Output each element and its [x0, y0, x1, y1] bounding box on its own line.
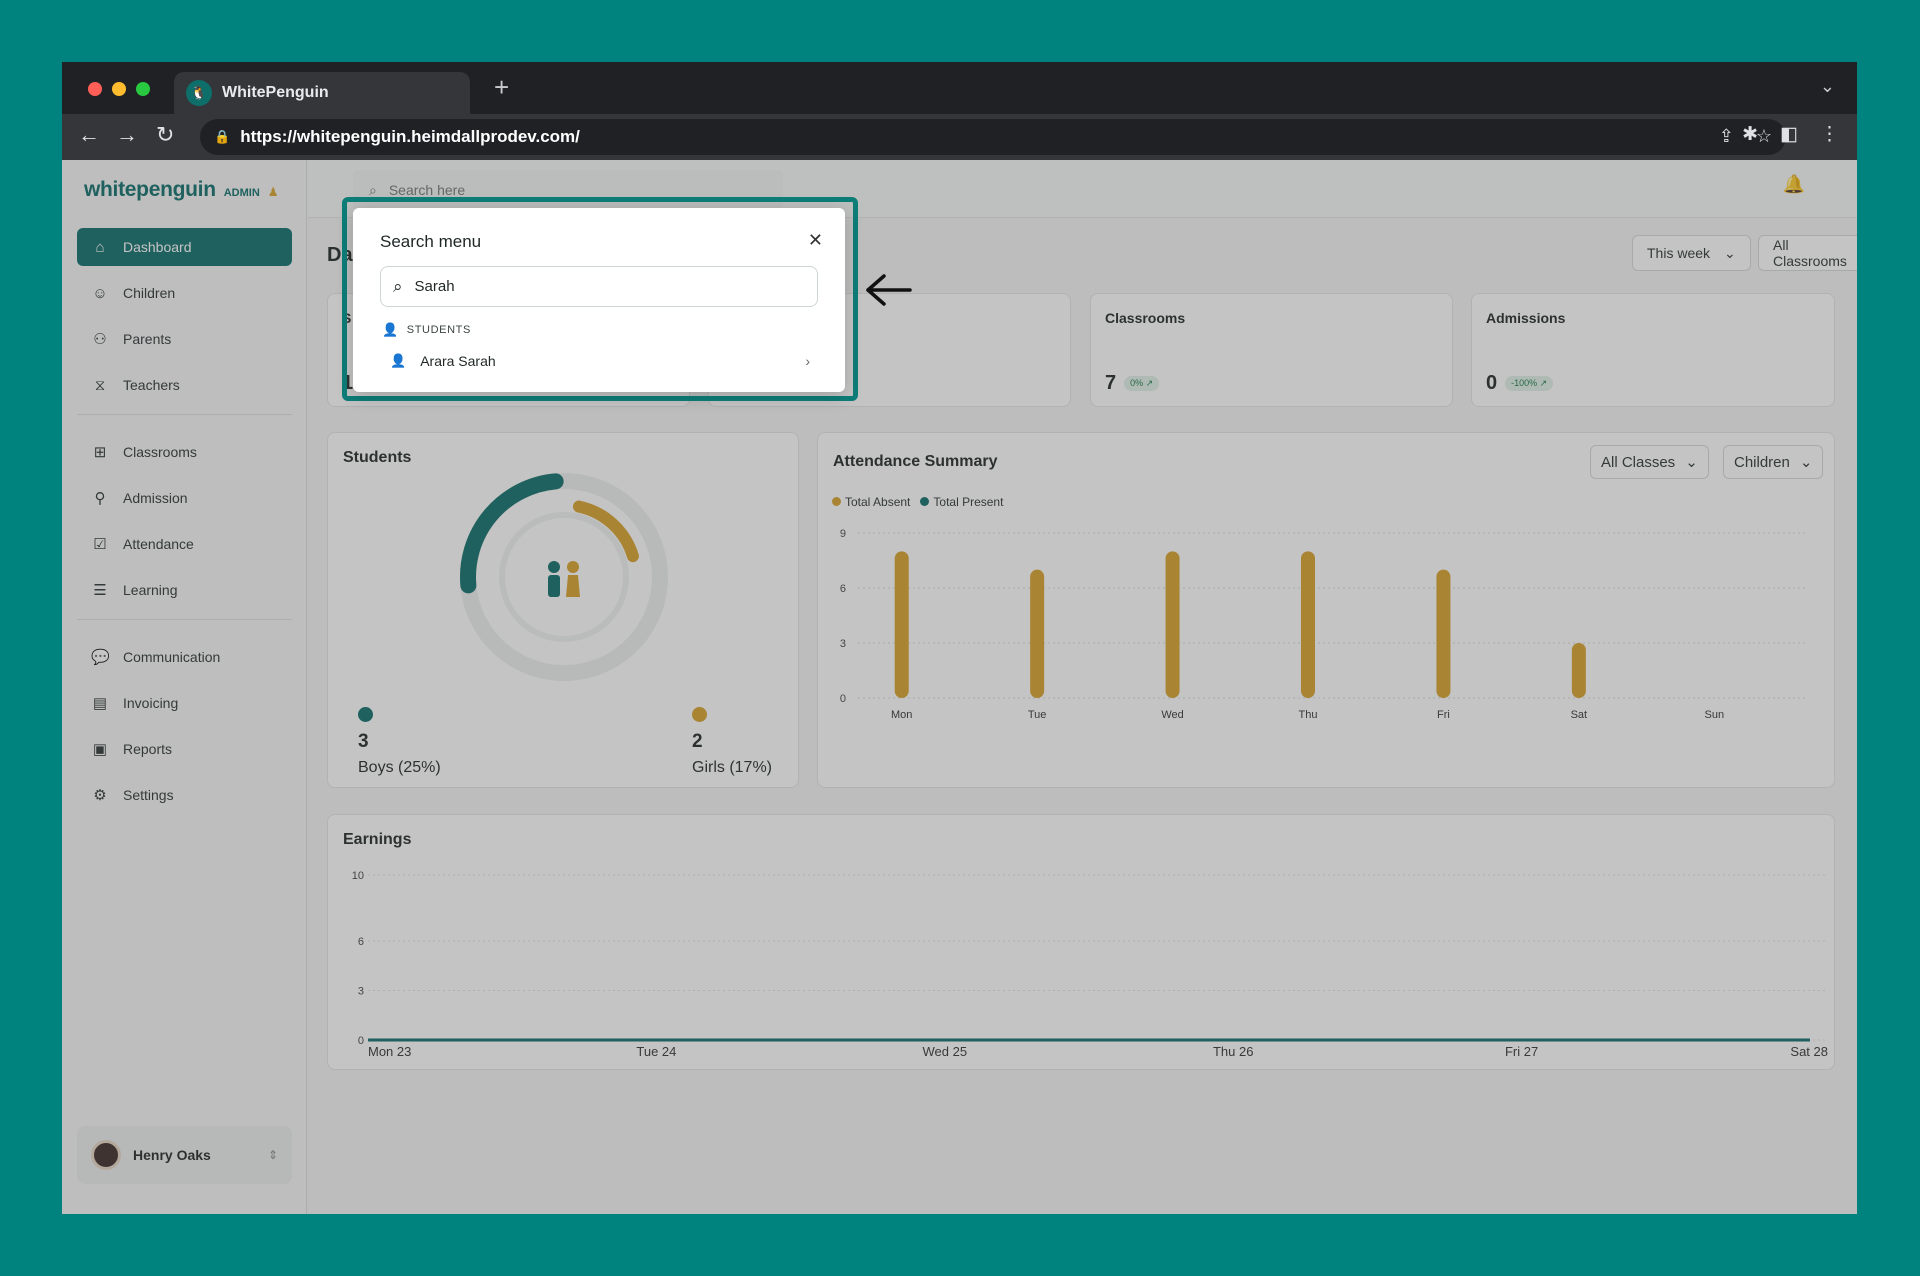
- search-result-item[interactable]: 👤 Arara Sarah ›: [390, 346, 810, 376]
- search-icon: ⌕: [393, 276, 403, 296]
- tab-title: WhitePenguin: [222, 84, 329, 101]
- modal-backdrop[interactable]: [62, 160, 1857, 1214]
- search-modal: Search menu ✕ ⌕ 👤 STUDENTS 👤 Arara Sarah…: [353, 208, 845, 392]
- search-modal-title: Search menu: [380, 232, 482, 251]
- maximize-window-button[interactable]: [136, 82, 150, 96]
- close-window-button[interactable]: [88, 82, 102, 96]
- new-tab-icon[interactable]: +: [494, 72, 509, 103]
- result-group-header: 👤 STUDENTS: [382, 322, 471, 338]
- result-group-label: STUDENTS: [406, 324, 471, 336]
- minimize-window-button[interactable]: [112, 82, 126, 96]
- user-icon: 👤: [382, 322, 399, 337]
- lock-icon: 🔒: [214, 129, 231, 144]
- extensions-icon[interactable]: ✱: [1742, 123, 1758, 146]
- chevron-right-icon: ›: [805, 353, 810, 369]
- user-icon: 👤: [390, 353, 407, 368]
- url-text: https://whitepenguin.heimdallprodev.com/: [240, 127, 580, 146]
- arrow-left-icon: [866, 274, 912, 306]
- address-bar[interactable]: 🔒 https://whitepenguin.heimdallprodev.co…: [200, 119, 1786, 155]
- share-icon[interactable]: ⇪: [1719, 126, 1734, 147]
- forward-icon[interactable]: →: [116, 122, 138, 148]
- chevron-down-icon[interactable]: ⌄: [1820, 76, 1835, 97]
- penguin-icon: 🐧: [186, 80, 212, 106]
- browser-toolbar: ← → ↻ 🔒 https://whitepenguin.heimdallpro…: [62, 114, 1857, 160]
- browser-tab[interactable]: 🐧 WhitePenguin: [174, 72, 470, 114]
- kebab-menu-icon[interactable]: ⋮: [1820, 123, 1839, 146]
- reload-icon[interactable]: ↻: [156, 122, 174, 148]
- sidepanel-icon[interactable]: ◧: [1780, 123, 1798, 146]
- search-modal-input[interactable]: [414, 278, 775, 295]
- search-modal-input-wrap: ⌕: [380, 266, 818, 307]
- back-icon[interactable]: ←: [78, 122, 100, 148]
- search-result-label: Arara Sarah: [420, 353, 496, 369]
- close-icon[interactable]: ✕: [808, 230, 823, 251]
- tab-strip: 🐧 WhitePenguin + ⌄: [62, 62, 1857, 114]
